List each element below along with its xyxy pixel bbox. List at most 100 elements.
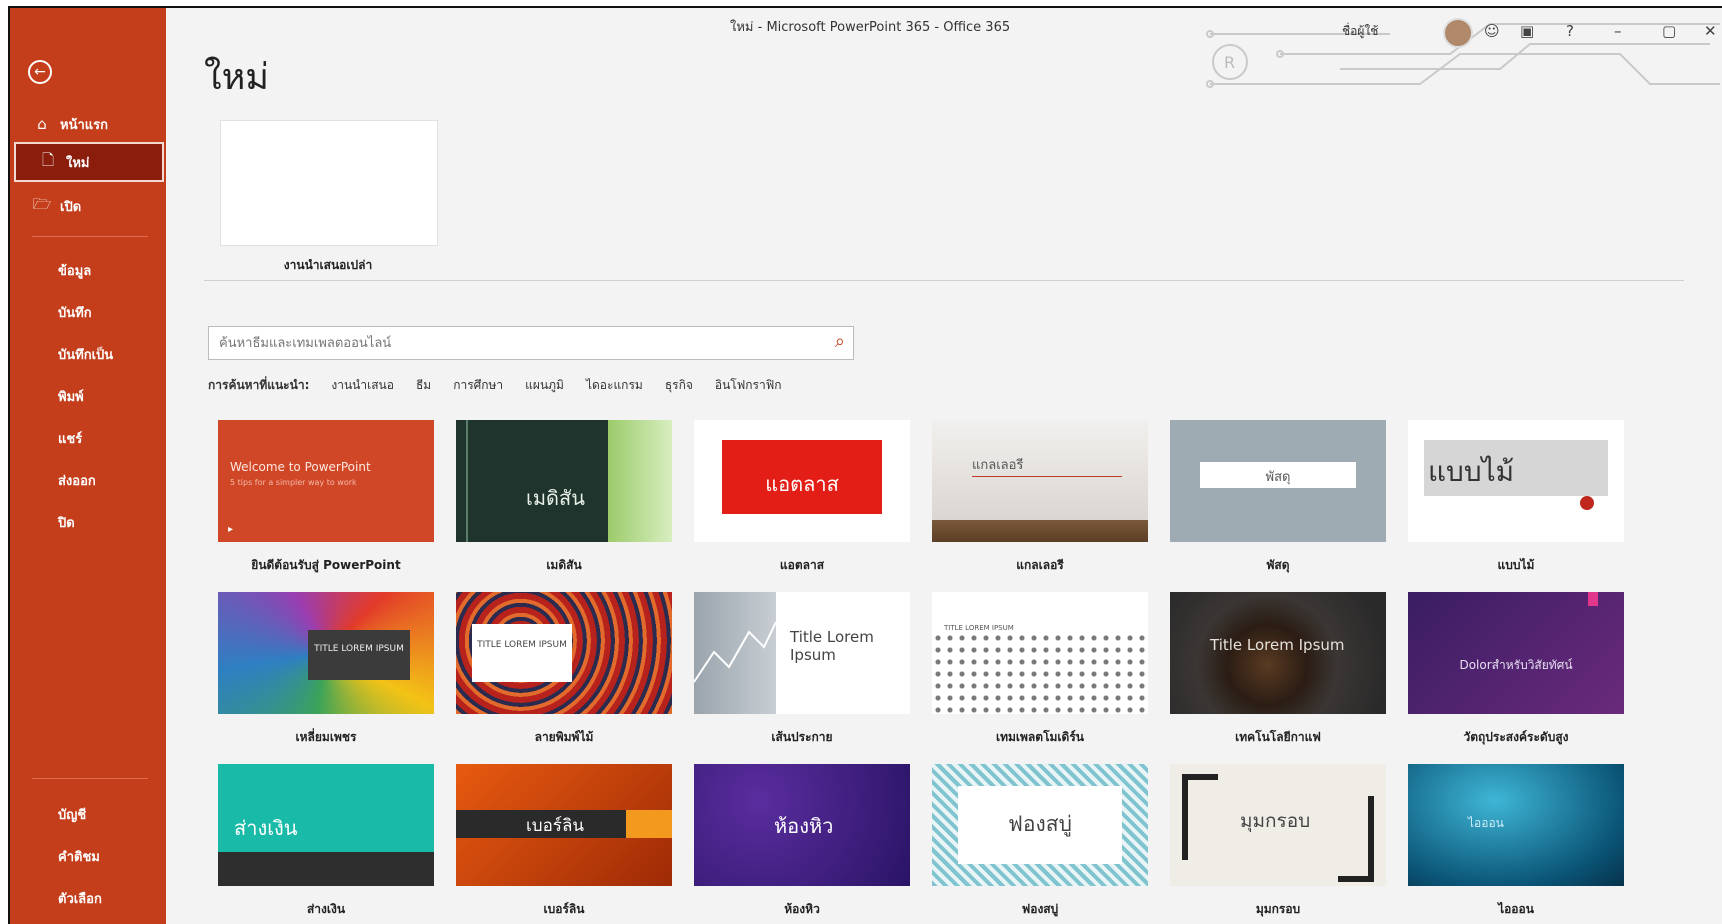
sidebar-item-home[interactable]: ⌂ หน้าแรก — [10, 104, 166, 144]
template-thumbnail[interactable]: ส่างเงิน — [218, 764, 434, 886]
thumbnail-title: TITLE LOREM IPSUM — [314, 644, 404, 654]
template-label[interactable]: เทคโนโลยีกาแฟ — [1170, 728, 1386, 747]
accent-block — [626, 810, 672, 838]
thumbnail-title: แบบไม้ — [1428, 455, 1515, 488]
template-thumbnail[interactable]: Title Lorem Ipsum — [1170, 592, 1386, 714]
template-label[interactable]: ส่างเงิน — [218, 900, 434, 919]
corner-bracket — [1338, 796, 1374, 882]
template-thumbnail[interactable]: เมดิสัน — [456, 420, 672, 542]
sidebar-item-save-as[interactable]: บันทึกเป็น — [58, 344, 113, 365]
template-label[interactable]: เหลี่ยมเพชร — [218, 728, 434, 747]
search-input[interactable] — [217, 327, 811, 359]
suggestion-link[interactable]: ธุรกิจ — [665, 376, 693, 395]
ribbon-display-icon[interactable]: ▣ — [1520, 22, 1534, 40]
suggestion-link[interactable]: ธีม — [416, 376, 431, 395]
sidebar-item-new[interactable]: 🗋 ใหม่ — [14, 142, 164, 182]
apple-icon — [1580, 496, 1594, 510]
sidebar-item-label: ใหม่ — [66, 155, 90, 171]
sidebar-item-close[interactable]: ปิด — [58, 512, 75, 533]
template-label[interactable]: แอตลาส — [694, 556, 910, 575]
minimize-icon[interactable]: – — [1614, 22, 1622, 40]
template-label[interactable]: มุมกรอบ — [1170, 900, 1386, 919]
thumbnail-title: เบอร์ลิน — [526, 816, 584, 836]
template-label[interactable]: พัสดุ — [1170, 556, 1386, 575]
restore-icon[interactable]: ▢ — [1662, 22, 1676, 40]
help-icon[interactable]: ? — [1566, 22, 1574, 40]
template-thumbnail[interactable]: TITLE LOREM IPSUM — [932, 592, 1148, 714]
suggested-searches-label: การค้นหาที่แนะนำ: — [208, 378, 310, 392]
template-thumbnail[interactable]: Welcome to PowerPoint 5 tips for a simpl… — [218, 420, 434, 542]
suggestion-link[interactable]: การศึกษา — [453, 376, 503, 395]
blank-presentation-label: งานนำเสนอเปล่า — [283, 258, 373, 272]
sidebar-item-options[interactable]: ตัวเลือก — [58, 888, 102, 909]
template-label[interactable]: ลายพิมพ์ไม้ — [456, 728, 672, 747]
template-thumbnail[interactable]: ห้องหิว — [694, 764, 910, 886]
template-thumbnail[interactable]: แกลเลอรี — [932, 420, 1148, 542]
template-thumbnail[interactable]: พัสดุ — [1170, 420, 1386, 542]
back-arrow-icon[interactable]: ← — [28, 60, 52, 84]
powerpoint-backstage: ← ⌂ หน้าแรก 🗋 ใหม่ 🗁 เปิด ข้อมูล บันทึก … — [8, 6, 1722, 924]
thumbnail-title: แอตลาส — [765, 472, 839, 496]
template-label[interactable]: ฟองสบู่ — [932, 900, 1148, 919]
thumbnail-title: Title Lorem Ipsum — [1210, 636, 1345, 654]
sidebar-item-print[interactable]: พิมพ์ — [58, 386, 84, 407]
thumbnail-title: TITLE LOREM IPSUM — [944, 624, 1014, 632]
thumbnail-title: Title Lorem Ipsum — [790, 628, 874, 664]
template-label[interactable]: แบบไม้ — [1408, 556, 1624, 575]
template-thumbnail[interactable]: ฟองสบู่ — [932, 764, 1148, 886]
sidebar-item-label: เปิด — [60, 199, 82, 215]
template-label[interactable]: เส้นประกาย — [694, 728, 910, 747]
accent-mark — [1588, 592, 1598, 606]
template-thumbnail[interactable]: TITLE LOREM IPSUM — [456, 592, 672, 714]
thumbnail-title: ฟองสบู่ — [1008, 812, 1072, 836]
template-thumbnail[interactable]: ไอออน — [1408, 764, 1624, 886]
page-title: ใหม่ — [204, 57, 270, 98]
template-label[interactable]: ห้องหิว — [694, 900, 910, 919]
thumbnail-subtitle: 5 tips for a simpler way to work — [230, 478, 357, 487]
sidebar-item-feedback[interactable]: คำติชม — [58, 846, 100, 867]
template-label[interactable]: ยินดีต้อนรับสู่ PowerPoint — [218, 556, 434, 575]
new-file-icon: 🗋 — [41, 150, 55, 169]
smiley-feedback-icon[interactable]: ☺ — [1484, 22, 1500, 40]
template-thumbnail[interactable]: แบบไม้ — [1408, 420, 1624, 542]
thumbnail-title: ไอออน — [1468, 816, 1504, 830]
suggestion-link[interactable]: งานนำเสนอ — [331, 376, 394, 395]
open-folder-icon: 🗁 — [32, 194, 52, 213]
sidebar-item-info[interactable]: ข้อมูล — [58, 260, 91, 281]
sidebar-item-export[interactable]: ส่งออก — [58, 470, 96, 491]
window-title: ใหม่ - Microsoft PowerPoint 365 - Office… — [730, 20, 1011, 35]
suggested-searches: การค้นหาที่แนะนำ: งานนำเสนอ ธีม การศึกษา… — [208, 376, 781, 395]
sidebar-item-open[interactable]: 🗁 เปิด — [10, 186, 166, 226]
template-thumbnail[interactable]: Dolorสำหรับวิสัยทัศน์ — [1408, 592, 1624, 714]
blank-presentation-tile[interactable] — [220, 120, 438, 246]
home-icon: ⌂ — [37, 115, 47, 133]
template-thumbnail[interactable]: TITLE LOREM IPSUM — [218, 592, 434, 714]
suggestion-link[interactable]: อินโฟกราฟิก — [715, 376, 782, 395]
title-panel — [308, 630, 410, 680]
sidebar-divider — [32, 778, 148, 779]
sidebar-item-account[interactable]: บัญชี — [58, 804, 86, 825]
template-thumbnail[interactable]: Title Lorem Ipsum — [694, 592, 910, 714]
template-label[interactable]: เมดิสัน — [456, 556, 672, 575]
thumbnail-title: Dolorสำหรับวิสัยทัศน์ — [1459, 658, 1573, 672]
sidebar-item-save[interactable]: บันทึก — [58, 302, 92, 323]
section-divider — [204, 280, 1684, 281]
template-thumbnail[interactable]: เบอร์ลิน — [456, 764, 672, 886]
template-thumbnail[interactable]: แอตลาส — [694, 420, 910, 542]
template-label[interactable]: เทมเพลตโมเดิร์น — [932, 728, 1148, 747]
template-thumbnail[interactable]: มุมกรอบ — [1170, 764, 1386, 886]
template-label[interactable]: แกลเลอรี — [932, 556, 1148, 575]
suggestion-link[interactable]: แผนภูมิ — [525, 376, 564, 395]
avatar[interactable] — [1443, 18, 1473, 48]
template-label[interactable]: วัตถุประสงค์ระดับสูง — [1408, 728, 1624, 747]
user-name[interactable]: ชื่อผู้ใช้ — [1342, 22, 1378, 41]
template-label[interactable]: ไอออน — [1408, 900, 1624, 919]
search-icon[interactable]: ⌕ — [835, 331, 845, 352]
suggestion-link[interactable]: ไดอะแกรม — [586, 376, 643, 395]
close-icon[interactable]: ✕ — [1704, 22, 1717, 40]
template-search-box: ⌕ — [208, 326, 854, 360]
thumbnail-title: แกลเลอรี — [972, 458, 1024, 473]
template-label[interactable]: เบอร์ลิน — [456, 900, 672, 919]
sidebar-item-share[interactable]: แชร์ — [58, 428, 82, 449]
sidebar-item-label: หน้าแรก — [60, 117, 108, 133]
